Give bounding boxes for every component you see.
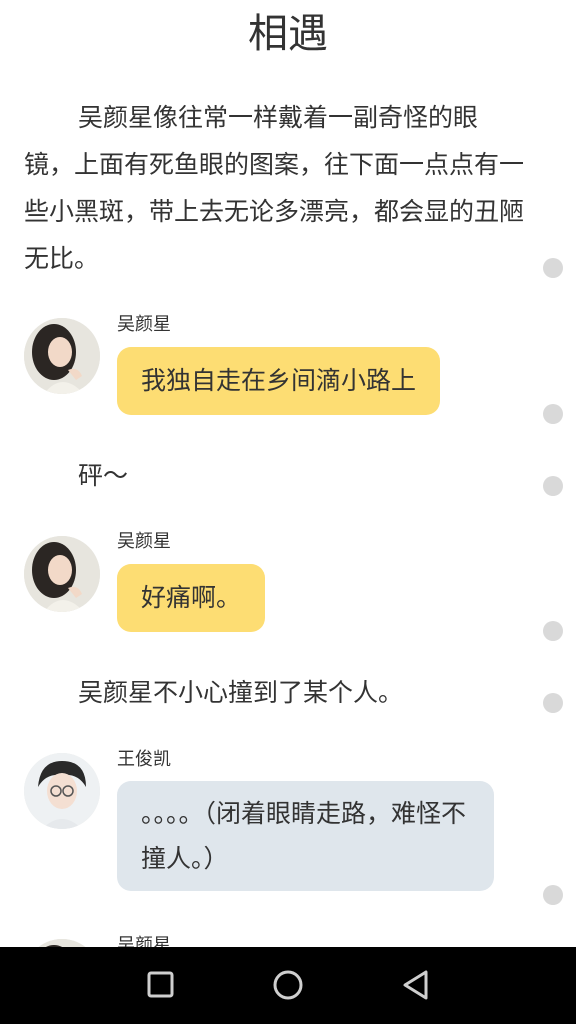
comment-dot-icon[interactable]	[543, 621, 563, 641]
circle-icon[interactable]	[268, 967, 308, 1003]
comment-dot-icon[interactable]	[543, 404, 563, 424]
system-navigation-bar	[0, 947, 576, 1024]
square-icon[interactable]	[140, 967, 180, 1003]
comment-dot-icon[interactable]	[543, 885, 563, 905]
avatar-wuyanxing[interactable]	[24, 318, 100, 394]
story-screen: 相遇 吴颜星像往常一样戴着一副奇怪的眼镜，上面有死鱼眼的图案，往下面一点点有一些…	[0, 0, 576, 1024]
triangle-back-icon[interactable]	[396, 967, 436, 1003]
avatar-wuyanxing[interactable]	[24, 536, 100, 612]
comment-dot-icon[interactable]	[543, 693, 563, 713]
message-bubble[interactable]: 我独自走在乡间滴小路上	[117, 347, 441, 415]
girl-avatar-icon	[24, 318, 100, 394]
narration-line: 吴颜星不小心撞到了某个人。	[78, 678, 404, 707]
message-bubble[interactable]: 。。。。（闭着眼睛走路，难怪不撞人。）	[117, 781, 494, 891]
avatar-wangjunkai[interactable]	[24, 753, 100, 829]
page-title: 相遇	[248, 11, 328, 57]
narration-paragraph: 吴颜星像往常一样戴着一副奇怪的眼镜，上面有死鱼眼的图案，往下面一点点有一些小黑斑…	[24, 103, 525, 273]
comment-dot-icon[interactable]	[543, 476, 563, 496]
girl-avatar-icon	[24, 536, 100, 612]
sender-name: 王俊凯	[117, 749, 171, 770]
sender-name: 吴颜星	[117, 531, 171, 552]
boy-avatar-icon	[24, 753, 100, 829]
sender-name: 吴颜星	[117, 314, 171, 335]
message-bubble[interactable]: 好痛啊。	[117, 564, 266, 632]
comment-dot-icon[interactable]	[543, 258, 563, 278]
narration-line: 砰～	[78, 461, 129, 490]
